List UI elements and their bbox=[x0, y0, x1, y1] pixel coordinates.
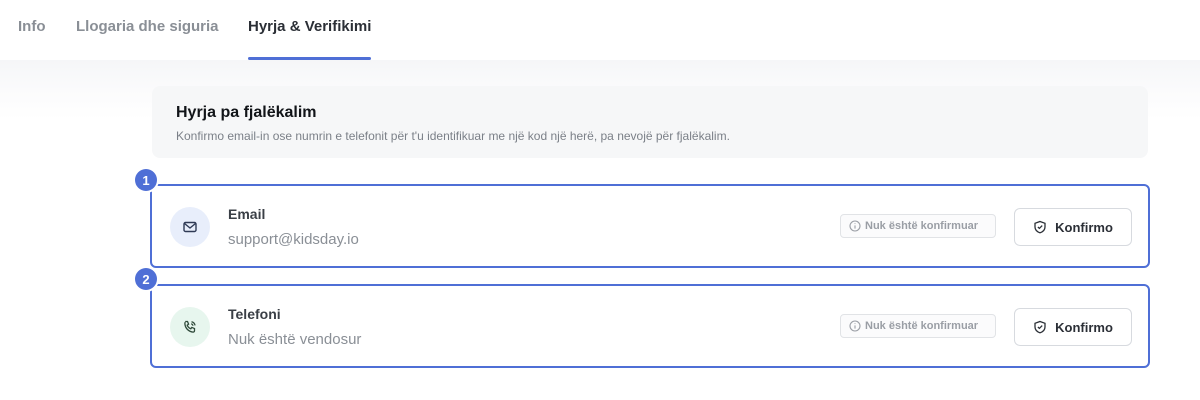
section-description: Konfirmo email-in ose numrin e telefonit… bbox=[176, 129, 730, 143]
confirm-email-button[interactable]: Konfirmo bbox=[1014, 208, 1132, 246]
shield-check-icon bbox=[1033, 320, 1047, 334]
section-title: Hyrja pa fjalëkalim bbox=[176, 104, 317, 121]
email-title: Email bbox=[228, 206, 266, 222]
confirm-phone-label: Konfirmo bbox=[1055, 319, 1113, 335]
confirm-phone-button[interactable]: Konfirmo bbox=[1014, 308, 1132, 346]
tab-login-verification[interactable]: Hyrja & Verifikimi bbox=[248, 18, 371, 35]
info-circle-icon bbox=[849, 320, 861, 332]
confirm-email-label: Konfirmo bbox=[1055, 219, 1113, 235]
tab-account-security[interactable]: Llogaria dhe siguria bbox=[76, 18, 219, 35]
tab-info[interactable]: Info bbox=[18, 18, 46, 35]
step-badge-2: 2 bbox=[135, 268, 157, 290]
phone-icon bbox=[170, 307, 210, 347]
phone-status-text: Nuk është konfirmuar bbox=[865, 320, 979, 332]
mail-icon bbox=[170, 207, 210, 247]
phone-title: Telefoni bbox=[228, 306, 281, 322]
phone-status-badge: Nuk është konfirmuar bbox=[840, 314, 996, 338]
email-card: Email support@kidsday.io Nuk është konfi… bbox=[150, 184, 1150, 268]
email-status-text: Nuk është konfirmuar bbox=[865, 220, 979, 232]
phone-card: Telefoni Nuk është vendosur Nuk është ko… bbox=[150, 284, 1150, 368]
phone-value: Nuk është vendosur bbox=[228, 331, 362, 348]
email-value: support@kidsday.io bbox=[228, 231, 359, 248]
info-circle-icon bbox=[849, 220, 861, 232]
tab-bar: Info Llogaria dhe siguria Hyrja & Verifi… bbox=[0, 0, 1200, 60]
section-header: Hyrja pa fjalëkalim Konfirmo email-in os… bbox=[152, 86, 1148, 158]
step-badge-1: 1 bbox=[135, 169, 157, 191]
shield-check-icon bbox=[1033, 220, 1047, 234]
email-status-badge: Nuk është konfirmuar bbox=[840, 214, 996, 238]
